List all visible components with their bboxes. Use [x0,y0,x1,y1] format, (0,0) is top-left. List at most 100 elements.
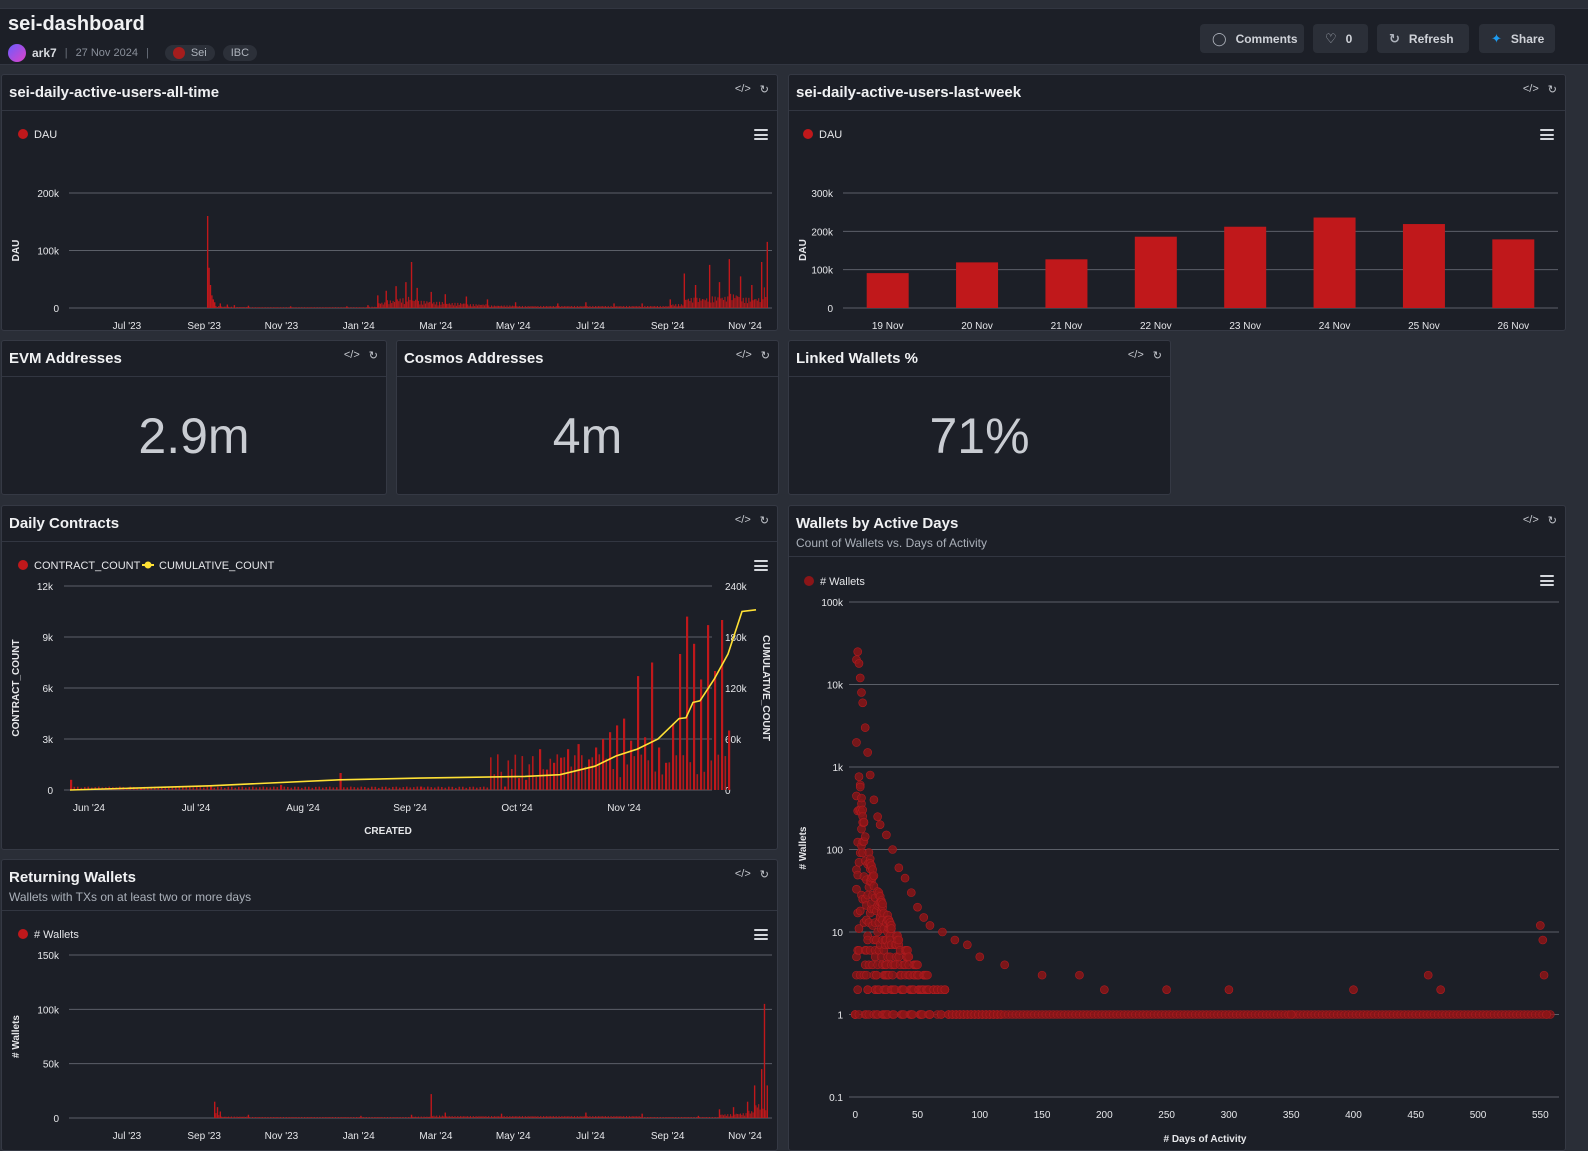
bar [424,1117,427,1118]
bar [375,307,377,308]
bar [402,1117,404,1118]
author-name[interactable]: ark7 [32,46,57,60]
tag-label: Sei [190,47,207,59]
bar [670,1117,673,1118]
scatter-point [873,812,882,821]
bar [301,307,303,308]
like-button[interactable]: ♡ 0 [1313,24,1368,53]
bar [337,307,339,308]
bar [245,787,247,790]
bar [405,1117,407,1118]
tag-ibc[interactable]: IBC [222,45,258,61]
bar [353,307,355,308]
code-icon[interactable]: </> [1523,514,1539,527]
bar [403,304,405,308]
bar [222,1116,224,1118]
bar [287,1117,289,1118]
bar [460,1116,462,1118]
bar [478,1116,480,1118]
bar [364,786,366,790]
bar [661,774,664,790]
panel-divider [789,110,1565,111]
bar [753,1085,756,1118]
bar [689,1117,691,1118]
bar [306,1117,308,1118]
bar [334,1117,337,1118]
scatter-point [925,1010,935,1019]
bar [599,1116,601,1118]
x-tick-label: Nov '24 [728,321,762,331]
bar [360,307,362,308]
scatter-point [963,940,972,950]
bar [538,306,540,308]
bar [683,273,686,308]
bar [288,307,290,308]
bar [564,306,566,308]
bar [357,787,359,790]
bar [654,306,656,308]
bar [396,1117,398,1118]
bar [590,307,592,308]
heart-icon: ♡ [1325,30,1337,46]
code-icon[interactable]: </> [344,349,360,362]
bar [647,306,649,308]
bar [429,301,431,308]
bar [231,786,233,790]
tag-label: IBC [230,47,250,59]
refresh-icon[interactable]: ↻ [761,349,770,362]
bar [262,786,265,790]
bar [731,300,733,308]
bar [630,306,632,308]
scatter-point [854,772,864,781]
bar [430,1094,432,1118]
bar [386,300,389,308]
bar [356,307,358,308]
bar [541,1117,543,1118]
scatter-point [855,673,865,683]
bar [304,786,307,790]
y-tick-label: 0 [827,304,833,315]
refresh-icon[interactable]: ↻ [1548,514,1557,527]
share-button[interactable]: ✦ Share [1479,24,1555,53]
panel-subtitle: Count of Wallets vs. Days of Activity [796,536,987,550]
bar [693,1117,695,1118]
bar [530,306,532,308]
refresh-icon[interactable]: ↻ [760,868,769,881]
code-icon[interactable]: </> [1128,349,1144,362]
refresh-icon[interactable]: ↻ [1153,349,1162,362]
refresh-icon[interactable]: ↻ [1548,83,1557,96]
bar [360,1115,362,1118]
bar [423,300,425,308]
bar [748,297,750,308]
bar [239,307,241,308]
refresh-icon[interactable]: ↻ [369,349,378,362]
bar [503,1116,505,1118]
tag-sei[interactable]: Sei [164,45,215,61]
avatar[interactable] [8,44,26,62]
bar [298,307,300,308]
bar [642,307,644,308]
bar [481,1116,483,1118]
refresh-icon[interactable]: ↻ [760,83,769,96]
comments-button[interactable]: ◯ Comments [1200,24,1304,53]
bar [630,740,633,790]
bar [399,787,401,790]
bar [689,301,691,308]
code-icon[interactable]: </> [736,349,752,362]
code-icon[interactable]: </> [1523,83,1539,96]
refresh-button[interactable]: ↻ Refresh [1377,24,1469,53]
bar [553,762,556,790]
code-icon[interactable]: </> [735,868,751,881]
y-tick-label: 0 [53,1114,59,1125]
bar [312,1117,314,1118]
scatter-point [857,688,866,697]
bar [240,307,242,308]
refresh-icon[interactable]: ↻ [760,514,769,527]
comment-icon: ◯ [1212,30,1227,46]
bar [309,307,311,308]
bar [762,299,764,308]
code-icon[interactable]: </> [735,514,751,527]
bar [533,1116,535,1118]
bar [312,307,314,308]
code-icon[interactable]: </> [735,83,751,96]
